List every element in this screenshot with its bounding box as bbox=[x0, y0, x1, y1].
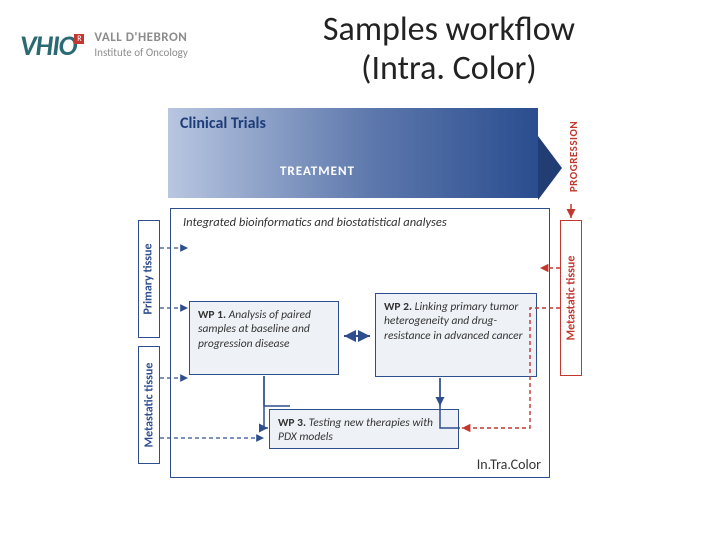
progression-label: PROGRESSION bbox=[568, 120, 581, 191]
metastatic-tissue-right-label: Metastatic tissue bbox=[564, 256, 578, 341]
wp1-tag: WP 1. bbox=[198, 308, 226, 322]
wp2-box: WP 2. Linking primary tumor heterogeneit… bbox=[375, 293, 537, 377]
clinical-trials-label: Clinical Trials bbox=[180, 114, 266, 133]
logo-line1: VALL D'HEBRON bbox=[94, 30, 187, 46]
clinical-trials-banner: Clinical Trials TREATMENT bbox=[168, 108, 538, 198]
logo-mark: VHIOR bbox=[20, 28, 86, 63]
intracolor-brand: In.Tra.Color bbox=[477, 456, 541, 473]
wp2-tag: WP 2. bbox=[384, 300, 412, 314]
metastatic-tissue-left-box: Metastatic tissue bbox=[138, 346, 160, 464]
page-title: Samples workflow (Intra. Color) bbox=[188, 10, 700, 88]
header: VHIOR VALL D'HEBRON Institute of Oncolog… bbox=[0, 0, 720, 88]
metastatic-tissue-left-label: Metastatic tissue bbox=[142, 363, 156, 448]
progression-label-box: PROGRESSION bbox=[564, 106, 584, 206]
wp3-tag: WP 3. bbox=[278, 416, 306, 430]
logo-mark-text: VHIO bbox=[20, 28, 76, 63]
workflow-diagram: Clinical Trials TREATMENT PROGRESSION Pr… bbox=[130, 108, 570, 508]
title-line2: (Intra. Color) bbox=[361, 48, 536, 89]
title-line1: Samples workflow bbox=[323, 9, 575, 50]
treatment-label: TREATMENT bbox=[280, 164, 355, 179]
primary-tissue-label: Primary tissue bbox=[142, 243, 156, 314]
logo-line2: Institute of Oncology bbox=[94, 46, 187, 59]
analysis-frame: Integrated bioinformatics and biostatist… bbox=[170, 208, 550, 478]
wp3-box: WP 3. Testing new therapies with PDX mod… bbox=[269, 409, 459, 449]
logo-badge: R bbox=[74, 34, 84, 44]
logo-text: VALL D'HEBRON Institute of Oncology bbox=[94, 30, 187, 59]
integrated-analyses-label: Integrated bioinformatics and biostatist… bbox=[183, 215, 447, 230]
metastatic-tissue-right-box: Metastatic tissue bbox=[560, 220, 582, 376]
treatment-arrow-icon bbox=[538, 136, 562, 200]
logo: VHIOR VALL D'HEBRON Institute of Oncolog… bbox=[20, 28, 188, 63]
primary-tissue-box: Primary tissue bbox=[138, 220, 160, 338]
wp1-box: WP 1. Analysis of paired samples at base… bbox=[189, 301, 339, 375]
